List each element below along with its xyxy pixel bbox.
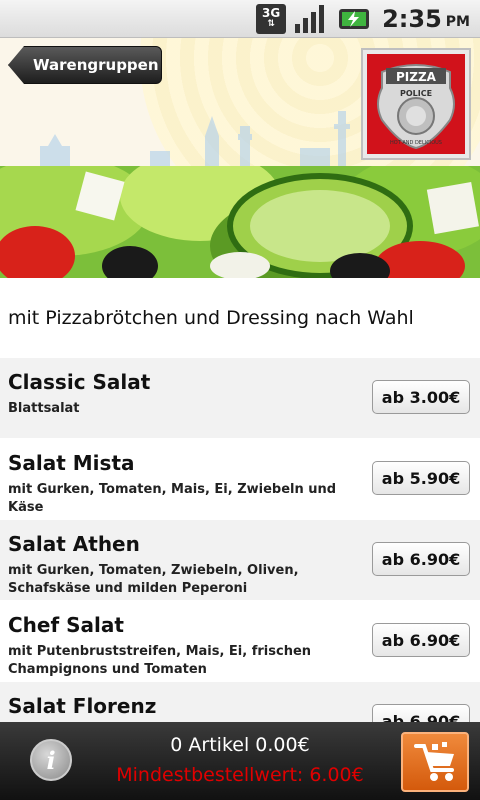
menu-item-title: Salat Mista [8, 451, 135, 475]
menu-item[interactable]: Classic Salat Blattsalat ab 3.00€ [0, 358, 480, 439]
info-icon[interactable]: i [30, 739, 72, 781]
menu-item-title: Salat Athen [8, 532, 140, 556]
menu-item-list[interactable]: Classic Salat Blattsalat ab 3.00€ Salat … [0, 358, 480, 722]
svg-text:PIZZA: PIZZA [396, 70, 437, 84]
menu-item-title: Classic Salat [8, 370, 151, 394]
menu-item[interactable]: Salat Florenz ab 6.90€ [0, 682, 480, 722]
menu-item[interactable]: Salat Athen mit Gurken, Tomaten, Zwiebel… [0, 520, 480, 601]
price-button[interactable]: ab 6.90€ [372, 542, 470, 576]
category-description: mit Pizzabrötchen und Dressing nach Wahl [0, 278, 480, 358]
clock-ampm: PM [445, 13, 470, 30]
cart-button[interactable] [401, 732, 469, 792]
minimum-order-value: Mindestbestellwert: 6.00€ [116, 764, 364, 786]
menu-item[interactable]: Chef Salat mit Putenbruststreifen, Mais,… [0, 601, 480, 682]
svg-text:POLICE: POLICE [400, 89, 432, 98]
svg-text:HOT AND DELICIOUS: HOT AND DELICIOUS [390, 140, 442, 146]
battery-charging-icon [336, 5, 372, 33]
menu-item[interactable]: Salat Mista mit Gurken, Tomaten, Mais, E… [0, 439, 480, 520]
shopping-cart-icon [414, 742, 454, 781]
header: Warengruppen PIZZA POLICE HOT AND DELICI… [0, 38, 480, 166]
price-button[interactable]: ab 5.90€ [372, 461, 470, 495]
back-button-label: Warengruppen [33, 56, 159, 74]
price-button[interactable]: ab 6.90€ [372, 623, 470, 657]
clock-time: 2:35 [382, 4, 442, 33]
cart-summary: 0 Artikel 0.00€ [170, 734, 310, 756]
network-3g-icon: 3G ⇅ [256, 3, 287, 34]
pizza-police-logo: PIZZA POLICE HOT AND DELICIOUS [361, 48, 471, 160]
status-bar: 3G ⇅ 2:35 PM [0, 0, 480, 38]
menu-item-description: Blattsalat [8, 401, 80, 416]
city-skyline-graphic [40, 111, 350, 166]
menu-item-description: mit Gurken, Tomaten, Zwiebeln, Oliven, S… [8, 563, 299, 596]
salad-banner-image [0, 166, 480, 278]
menu-item-title: Chef Salat [8, 613, 124, 637]
menu-item-description: mit Putenbruststreifen, Mais, Ei, frisch… [8, 644, 312, 677]
menu-item-description: mit Gurken, Tomaten, Mais, Ei, Zwiebeln … [8, 482, 337, 515]
price-button[interactable]: ab 3.00€ [372, 380, 470, 414]
menu-item-title: Salat Florenz [8, 694, 157, 718]
signal-strength-icon [294, 4, 328, 33]
back-button[interactable]: Warengruppen [8, 46, 162, 84]
price-button[interactable]: ab 6.90€ [372, 704, 470, 722]
